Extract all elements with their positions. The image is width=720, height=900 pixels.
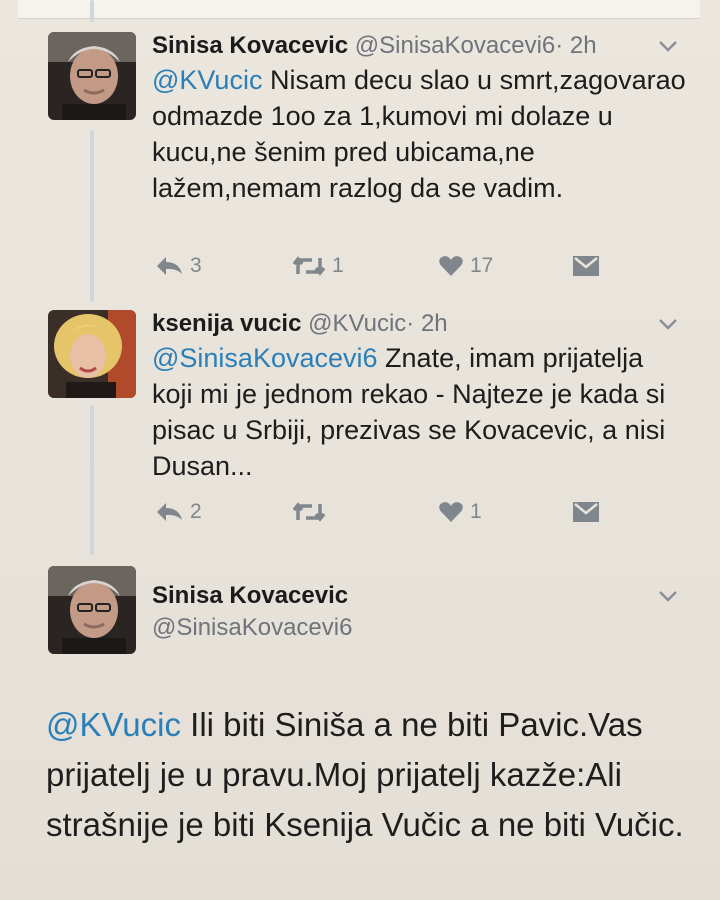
tweet-text: @SinisaKovacevi6 Znate, imam prijatelja … [152,340,682,484]
chevron-down-icon[interactable] [656,312,680,336]
heart-icon [439,502,463,522]
reply-button[interactable]: 3 [154,254,202,278]
mention-link[interactable]: @KVucic [46,706,181,743]
like-button[interactable]: 17 [438,254,493,278]
tweet-text-expanded: @KVucic Ili biti Siniša a ne biti Pavic.… [46,700,686,850]
mention-link[interactable]: @KVucic [152,65,262,95]
avatar[interactable] [48,32,136,120]
retweet-count: 1 [332,254,344,277]
heart-icon [439,256,463,276]
author-handle[interactable]: @SinisaKovacevi6 [355,32,555,59]
reply-icon [157,503,182,521]
author-handle[interactable]: @KVucic [308,310,406,337]
retweet-icon [292,256,326,276]
tweet-2[interactable]: ksenija vucic @KVucic· 2h @SinisaKovacev… [0,300,720,550]
tweet-actions: 2 1 [152,500,612,530]
tweet-header: Sinisa Kovacevic @SinisaKovacevi6· 2h [152,32,597,60]
like-count: 17 [470,254,494,277]
chevron-down-icon[interactable] [656,584,680,608]
reply-button[interactable]: 2 [154,500,202,524]
like-button[interactable]: 1 [438,500,482,524]
tweet-1[interactable]: Sinisa Kovacevic @SinisaKovacevi6· 2h @K… [0,0,720,300]
author-handle-line: @SinisaKovacevi6 [152,614,352,642]
reply-count: 2 [190,500,202,523]
author-handle[interactable]: @SinisaKovacevi6 [152,614,352,641]
tweet-time: · 2h [406,310,448,337]
reply-count: 3 [190,254,202,277]
tweet-actions: 3 1 17 [152,254,612,284]
message-icon [573,502,599,522]
author-name[interactable]: ksenija vucic [152,310,301,337]
reply-icon [157,257,182,275]
avatar[interactable] [48,566,136,654]
message-icon [573,256,599,276]
tweet-header: ksenija vucic @KVucic· 2h [152,310,448,338]
message-button[interactable] [572,500,600,524]
tweet-time: · 2h [555,32,597,59]
mention-link[interactable]: @SinisaKovacevi6 [152,343,378,373]
author-name[interactable]: Sinisa Kovacevic [152,582,348,609]
author-name-line: Sinisa Kovacevic [152,582,348,610]
retweet-icon [292,502,326,522]
tweet-text: @KVucic Nisam decu slao u smrt,zagovarao… [152,62,692,206]
like-count: 1 [470,500,482,523]
author-name[interactable]: Sinisa Kovacevic [152,32,348,59]
avatar[interactable] [48,310,136,398]
chevron-down-icon[interactable] [656,34,680,58]
message-button[interactable] [572,254,600,278]
retweet-button[interactable]: 1 [292,254,344,278]
retweet-button[interactable] [292,500,332,524]
